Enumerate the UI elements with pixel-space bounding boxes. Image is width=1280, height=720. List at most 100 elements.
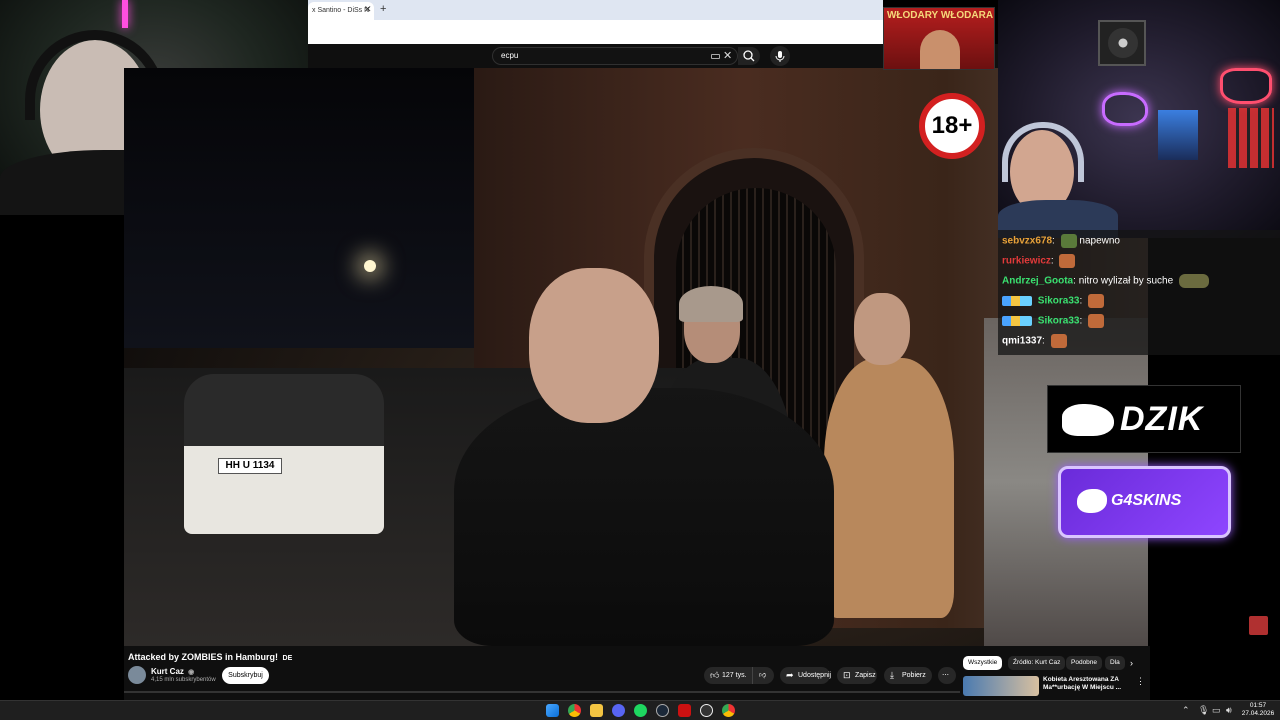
chat-message: qmi1337: [1002,334,1067,348]
chat-message: Andrzej_Goota: nitro wylizał by suche [1002,274,1209,288]
clock-date: 27.04.2026 [1241,710,1275,717]
emote-icon [1060,234,1077,248]
live-chat: sebvzx678: napewno rurkiewicz: Andrzej_G… [998,230,1280,355]
close-tab-icon[interactable]: ✕ [364,4,372,15]
video-title-text: Attacked by ZOMBIES in Hamburg! [128,652,279,662]
video-player[interactable]: HH U 1134 [124,68,1148,646]
share-icon: ➦ [786,670,794,680]
language-tag: DE [282,655,293,662]
more-icon: ⋯ [942,672,949,679]
shelf [1158,110,1198,160]
more-actions-button[interactable]: ⋯ [938,667,956,684]
person-front [454,388,834,646]
obs-icon[interactable] [700,704,713,717]
panther-icon [1077,489,1107,513]
network-icon[interactable]: ▭ [1212,705,1221,716]
search-query: ecpu [501,51,519,60]
subscribe-button[interactable]: Subskrybuj [222,667,269,684]
chat-username[interactable]: rurkiewicz [1002,256,1051,267]
search-icon [743,50,755,62]
chip-all[interactable]: Wszystkie [963,656,1003,670]
chevron-right-icon[interactable]: › [1130,658,1133,668]
channel-watermark-icon [1249,616,1268,635]
subscriber-count: 4,15 mln subskrybentów [151,677,216,683]
like-count: 127 tys. [722,672,747,679]
neon-bear-sign [1102,92,1148,126]
boar-icon [1062,404,1114,436]
browser-tab-strip: x Santino - DiSs N ✕ + [308,0,883,20]
save-button[interactable]: ⊡ Zapisz [837,667,877,684]
video-info-bar: Attacked by ZOMBIES in Hamburg! DE Kurt … [124,646,960,700]
g4skins-text: G4SKINS [1111,492,1182,509]
chrome-icon[interactable] [722,704,735,717]
recommendation-thumbnail[interactable] [963,676,1039,696]
chip-similar[interactable]: Podobne [1066,656,1103,670]
dzik-text: DZIK [1120,400,1204,438]
keyboard-icon[interactable] [711,54,720,59]
screen: x Santino - DiSs N ✕ + ecpu ✕ HH U 1134 [0,0,1280,720]
parked-car [184,374,384,534]
search-button[interactable] [738,47,760,65]
microphone-icon [775,51,785,62]
save-label: Zapisz [855,672,876,679]
streamer-webcam-right [998,0,1280,238]
channel-name[interactable]: Kurt Caz ◉ [151,667,194,676]
emote-icon [1050,334,1067,348]
channel-avatar[interactable] [128,666,146,684]
wlodary-title: WŁODARY WŁODARA [886,10,994,21]
chat-username[interactable]: Andrzej_Goota [1002,276,1073,287]
clear-search-icon[interactable]: ✕ [723,49,732,62]
chip-for[interactable]: Dla [1105,656,1125,670]
search-input[interactable]: ecpu ✕ [492,47,738,65]
taskbar: ⌃ 🎙︎ ▭ 🔊︎ 01:57 27.04.2026 [0,700,1280,720]
dzik-sponsor-logo: DZIK [1047,385,1241,453]
badge-icons [1002,296,1032,306]
street-lamp [364,260,376,272]
chat-username[interactable]: Sikora33 [1038,316,1080,327]
download-label: Pobierz [902,672,926,679]
share-label: Udostępnij [798,672,832,679]
chip-source[interactable]: Źródło: Kurt Caz [1008,656,1066,670]
beanie [679,286,743,322]
new-tab-button[interactable]: + [380,3,386,15]
tray-chevron-icon[interactable]: ⌃ [1182,705,1190,716]
clock-time: 01:57 [1249,702,1267,709]
divider [124,691,960,693]
chat-message: Sikora33: [1002,314,1105,328]
chat-message: Sikora33: [1002,294,1105,308]
app-icon[interactable] [678,704,691,717]
chat-message: sebvzx678: napewno [1002,234,1120,248]
tab-title: x Santino - DiSs N [312,7,370,14]
browser-address-area [308,20,883,44]
wlodary-badge: WŁODARY WŁODARA [883,7,995,70]
white-headset [1002,122,1084,182]
download-button[interactable]: ⤓ Pobierz [884,667,932,684]
chat-username[interactable]: Sikora33 [1038,296,1080,307]
system-clock[interactable]: 01:57 27.04.2026 [1240,702,1276,718]
file-explorer-icon[interactable] [590,704,603,717]
chrome-icon[interactable] [568,704,581,717]
spotify-icon[interactable] [634,704,647,717]
neon-light [122,0,128,28]
dislike-button[interactable]: 👎︎ [752,667,774,684]
chat-text: napewno [1079,235,1120,247]
night-sky [124,68,504,348]
chat-username[interactable]: sebvzx678 [1002,236,1052,247]
age-rating-badge: 18+ [919,93,985,159]
recommendation-title[interactable]: Kobieta Aresztowana ZA Ma**urbację W Mie… [1043,676,1127,692]
windows-start-icon[interactable] [546,704,559,717]
discord-icon[interactable] [612,704,625,717]
chat-username[interactable]: qmi1337 [1002,336,1042,347]
verified-icon: ◉ [188,669,195,676]
more-options-icon[interactable]: ⋮ [1136,676,1145,687]
steam-icon[interactable] [656,704,669,717]
person-right [824,358,954,618]
volume-icon[interactable]: 🔊︎ [1226,705,1232,716]
voice-search-button[interactable] [770,46,790,66]
person-front-head [529,268,659,423]
share-button[interactable]: ➦ Udostępnij [780,667,832,684]
like-button[interactable]: 👍︎ 127 tys. [704,667,752,684]
emote-icon [1088,294,1105,308]
microphone-tray-icon[interactable]: 🎙︎ [1198,705,1209,716]
neon-bull-sign [1220,68,1272,104]
